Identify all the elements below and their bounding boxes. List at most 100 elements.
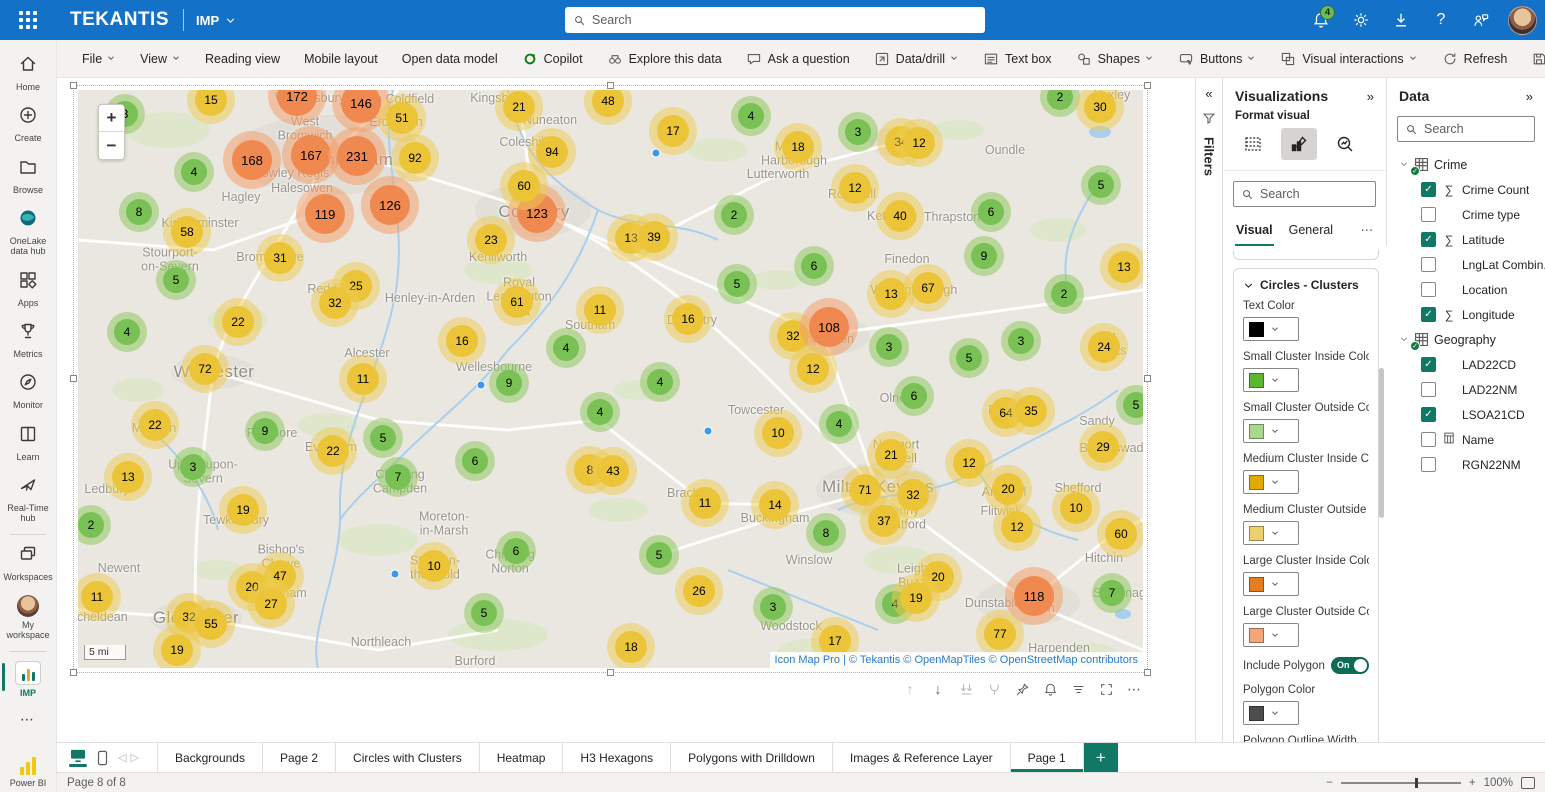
small-cluster-outside-col-picker[interactable] [1243, 419, 1299, 443]
map-cluster[interactable]: 4 [580, 392, 620, 432]
sidebar-item-apps[interactable]: Apps [0, 264, 57, 315]
alert-icon[interactable] [1041, 680, 1059, 698]
resize-handle[interactable] [1144, 375, 1151, 382]
menu-buttons[interactable]: Buttons [1167, 40, 1267, 78]
map-cluster[interactable]: 13 [104, 453, 152, 501]
sidebar-item-imp[interactable]: IMP [0, 655, 57, 705]
data-search-input[interactable]: Search [1397, 116, 1535, 142]
drill-mode-icon[interactable] [985, 680, 1003, 698]
field-lad22nm[interactable]: LAD22NM [1387, 377, 1545, 402]
table-geography[interactable]: ✓Geography [1387, 327, 1545, 352]
resize-handle[interactable] [70, 375, 77, 382]
sidebar-item-metrics[interactable]: Metrics [0, 315, 57, 366]
add-page-button[interactable]: + [1084, 743, 1118, 772]
checkbox-unchecked[interactable] [1421, 207, 1436, 222]
circles-clusters-header[interactable]: Circles - Clusters [1243, 278, 1369, 292]
map-cluster[interactable]: 22 [131, 401, 179, 449]
menu-refresh[interactable]: Refresh [1431, 40, 1519, 78]
format-tab-general[interactable]: General [1288, 218, 1334, 246]
map-cluster[interactable]: 5 [156, 260, 196, 300]
field-lnglat-combin[interactable]: LngLat Combin... [1387, 252, 1545, 277]
map-cluster[interactable]: 3 [1001, 321, 1041, 361]
format-tab-visual[interactable]: Visual [1235, 218, 1274, 246]
map-cluster[interactable]: 37 [860, 497, 908, 545]
focus-mode-icon[interactable] [1097, 680, 1115, 698]
sidebar-item-real-time-hub[interactable]: Real-Time hub [0, 469, 57, 531]
map-cluster[interactable]: 4 [640, 362, 680, 402]
map-cluster[interactable]: 10 [1052, 484, 1100, 532]
map-cluster[interactable]: 14 [751, 481, 799, 529]
map-cluster[interactable]: 61 [493, 278, 541, 326]
collapse-pane-icon[interactable]: » [1526, 89, 1533, 104]
map-cluster[interactable]: 126 [361, 176, 419, 234]
format-search-input[interactable]: Search [1233, 181, 1376, 207]
map-cluster[interactable]: 39 [630, 213, 678, 261]
menu-mobile-layout[interactable]: Mobile layout [293, 40, 389, 78]
map-cluster[interactable]: 12 [993, 503, 1041, 551]
map-cluster[interactable]: 119 [296, 185, 354, 243]
sidebar-item-browse[interactable]: Browse [0, 151, 57, 202]
field-longitude[interactable]: ✓∑Longitude [1387, 302, 1545, 327]
map-cluster[interactable]: 92 [391, 134, 439, 182]
map-cluster[interactable]: 22 [214, 298, 262, 346]
desktop-view-icon[interactable] [69, 749, 87, 767]
map-cluster[interactable]: 60 [500, 162, 548, 210]
menu-open-data-model[interactable]: Open data model [391, 40, 509, 78]
field-rgn22nm[interactable]: RGN22NM [1387, 452, 1545, 477]
map-cluster[interactable]: 35 [1007, 387, 1055, 435]
menu-text-box[interactable]: Text box [972, 40, 1063, 78]
map-cluster[interactable]: 32 [311, 279, 359, 327]
report-canvas[interactable]: + − 5 mi Icon Map Pro | © Tekantis © Ope… [57, 78, 1195, 742]
menu-ask-a-question[interactable]: Ask a question [735, 40, 861, 78]
page-tab-h3-hexagons[interactable]: H3 Hexagons [563, 743, 671, 772]
text-color-picker[interactable] [1243, 317, 1299, 341]
menu-save[interactable]: Save [1520, 40, 1545, 78]
map-cluster[interactable]: 10 [754, 409, 802, 457]
resize-handle[interactable] [607, 669, 614, 676]
map-cluster[interactable]: 72 [181, 345, 229, 393]
page-tab-page-2[interactable]: Page 2 [263, 743, 336, 772]
global-search-input[interactable]: Search [565, 7, 985, 33]
sidebar-item-workspaces[interactable]: Workspaces [0, 538, 57, 589]
resize-handle[interactable] [607, 82, 614, 89]
field-latitude[interactable]: ✓∑Latitude [1387, 227, 1545, 252]
map-cluster[interactable]: 168 [223, 131, 281, 189]
sidebar-item-monitor[interactable]: Monitor [0, 366, 57, 417]
format-tab-more[interactable]: ⋯ [1360, 217, 1375, 246]
include-polygon-toggle[interactable]: On [1331, 657, 1369, 674]
map-cluster[interactable]: 5 [949, 338, 989, 378]
map-cluster[interactable]: 11 [339, 355, 387, 403]
mobile-view-icon[interactable] [97, 750, 108, 766]
settings-gear-icon[interactable] [1344, 3, 1378, 37]
checkbox-checked[interactable]: ✓ [1421, 307, 1436, 322]
page-tab-circles-with-clusters[interactable]: Circles with Clusters [336, 743, 480, 772]
sidebar-item-my-workspace[interactable]: My workspace [0, 589, 57, 648]
map-cluster[interactable]: 12 [895, 119, 943, 167]
sidebar-item-more[interactable]: ⋯ [0, 705, 57, 735]
map-cluster[interactable]: 8 [119, 192, 159, 232]
resize-handle[interactable] [1144, 82, 1151, 89]
zoom-slider[interactable] [1341, 778, 1461, 788]
checkbox-unchecked[interactable] [1421, 282, 1436, 297]
map-zoom-out-button[interactable]: − [99, 132, 124, 159]
fit-to-page-icon[interactable] [1521, 777, 1535, 789]
field-lsoa21cd[interactable]: ✓LSOA21CD [1387, 402, 1545, 427]
map-cluster[interactable]: 231 [328, 127, 386, 185]
map-cluster[interactable]: 11 [681, 479, 729, 527]
map-cluster[interactable]: 3 [838, 112, 878, 152]
map-cluster[interactable]: 77 [976, 610, 1024, 658]
app-launcher-icon[interactable] [0, 0, 56, 40]
map-cluster[interactable]: 19 [219, 486, 267, 534]
card-partial[interactable] [1233, 250, 1379, 260]
checkbox-checked[interactable]: ✓ [1421, 357, 1436, 372]
map-cluster[interactable]: 13 [1100, 243, 1143, 291]
field-lad22cd[interactable]: ✓LAD22CD [1387, 352, 1545, 377]
format-visual-icon[interactable] [1281, 128, 1317, 160]
page-tab-heatmap[interactable]: Heatmap [480, 743, 564, 772]
map-cluster[interactable]: 4 [819, 404, 859, 444]
map-zoom-in-button[interactable]: + [99, 105, 124, 132]
map-cluster[interactable]: 24 [1080, 323, 1128, 371]
resize-handle[interactable] [70, 82, 77, 89]
map-cluster[interactable]: 23 [467, 216, 515, 264]
map-cluster[interactable]: 2 [714, 195, 754, 235]
